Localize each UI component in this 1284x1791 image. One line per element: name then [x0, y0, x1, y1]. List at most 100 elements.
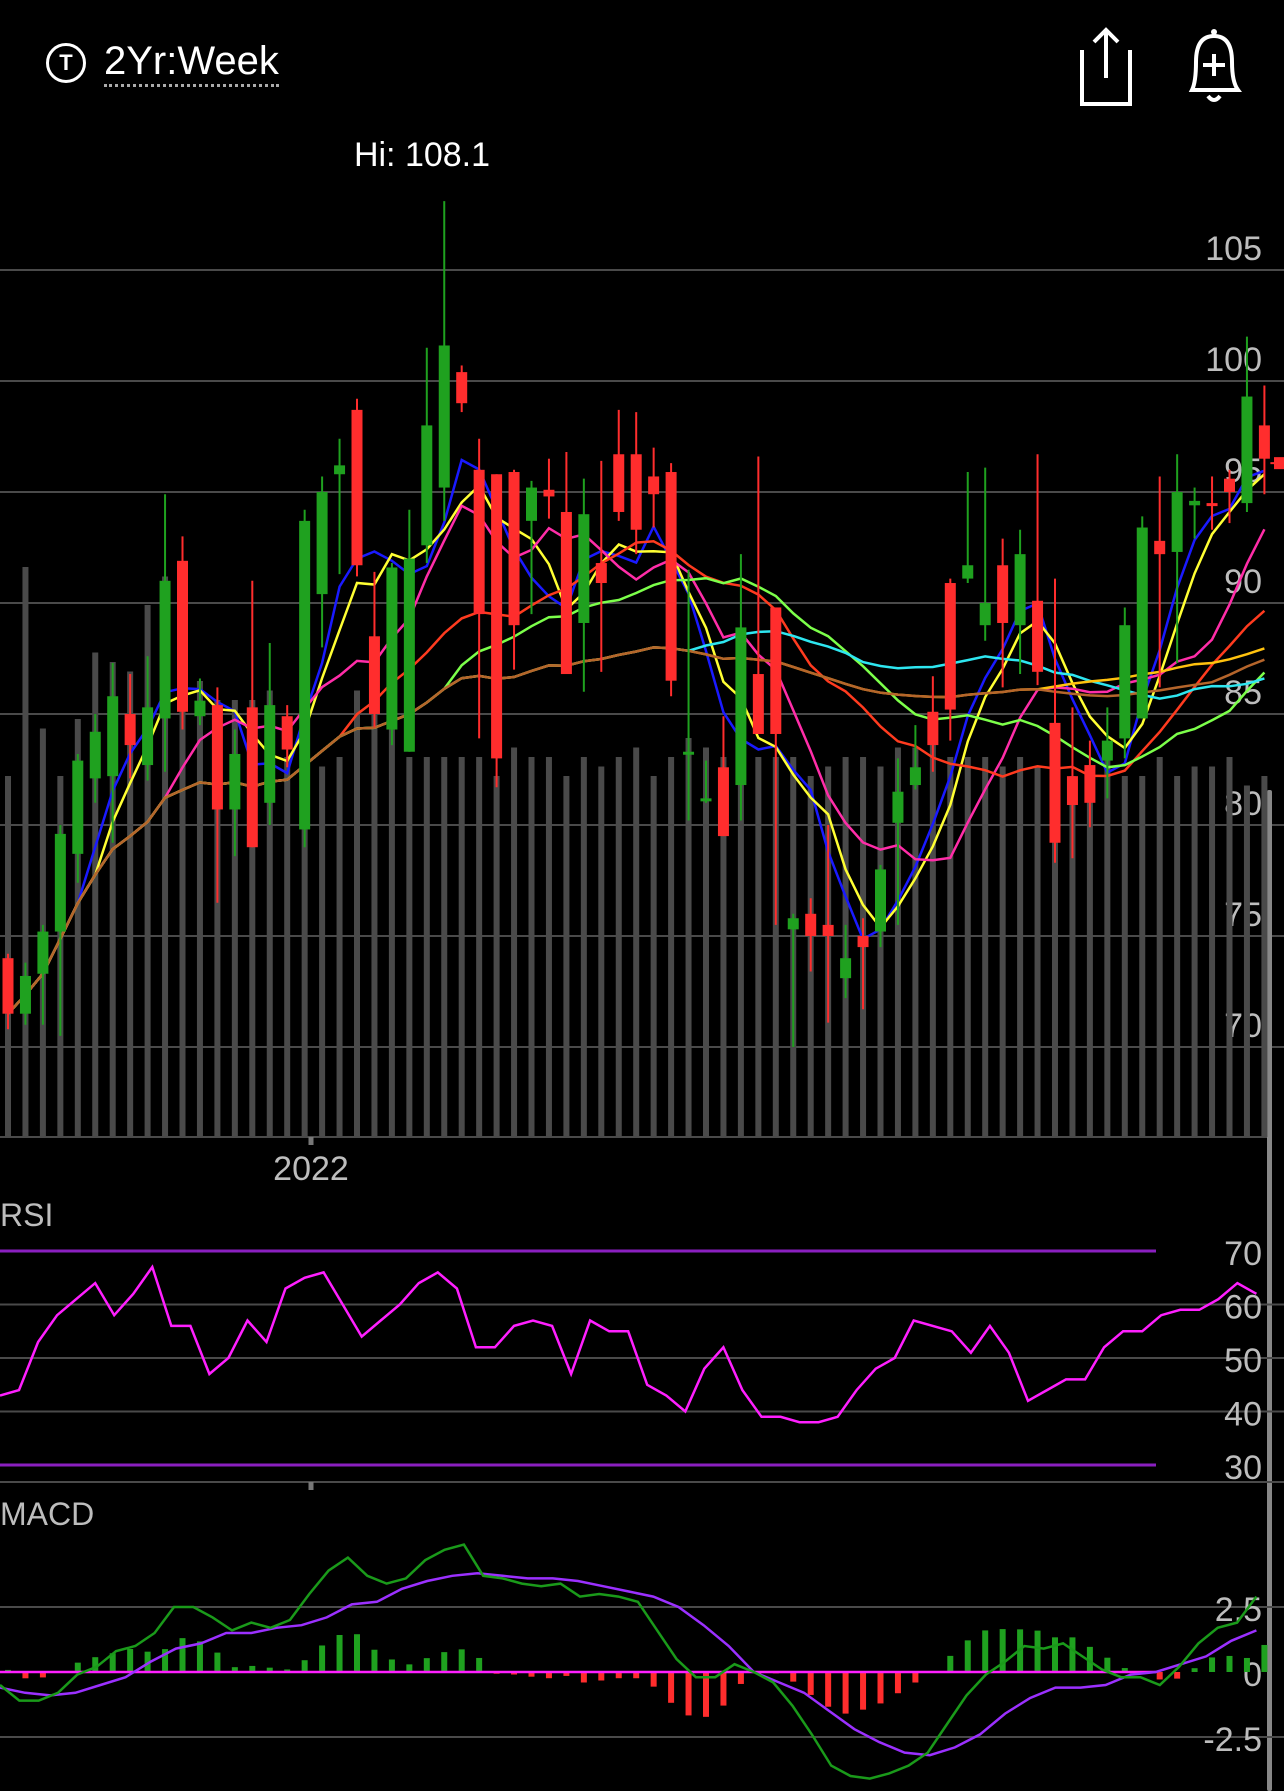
- last-price-marker: [1274, 457, 1284, 470]
- volume-bar: [196, 681, 203, 1137]
- volume-bar: [511, 747, 518, 1137]
- macd-histogram-bar: [92, 1657, 99, 1672]
- macd-histogram-bar: [1209, 1657, 1216, 1672]
- candle-body: [717, 767, 729, 837]
- stock-chart[interactable]: 105100959085807570Hi: 108.12022RSI706050…: [0, 0, 1284, 1791]
- volume-bar: [336, 757, 343, 1137]
- share-icon[interactable]: [1078, 26, 1134, 106]
- candle-body: [264, 705, 276, 803]
- candle-body: [1032, 600, 1044, 672]
- volume-bar: [598, 766, 605, 1137]
- macd-histogram-bar: [1226, 1655, 1233, 1672]
- high-price-label: Hi: 108.1: [354, 136, 490, 174]
- volume-bar: [964, 757, 971, 1137]
- macd-histogram-bar: [1191, 1668, 1198, 1672]
- macd-histogram-bar: [127, 1649, 134, 1672]
- macd-title: MACD: [0, 1496, 94, 1532]
- macd-histogram-bar: [825, 1672, 832, 1707]
- candle-body: [543, 489, 555, 497]
- candle-body: [1206, 503, 1218, 507]
- rsi-y-tick-label: 60: [1224, 1289, 1262, 1327]
- candle-body: [72, 760, 84, 854]
- candle-body: [368, 636, 380, 714]
- candle-body: [159, 580, 171, 719]
- macd-histogram-bar: [196, 1641, 203, 1672]
- volume-bar: [1104, 757, 1111, 1137]
- macd-histogram-bar: [685, 1672, 692, 1716]
- candle-body: [1119, 625, 1131, 739]
- macd-histogram-bar: [371, 1649, 378, 1672]
- candle-body: [89, 731, 101, 779]
- volume-bar: [668, 757, 675, 1137]
- volume-bar: [650, 776, 657, 1137]
- macd-y-tick-label: -2.5: [1203, 1721, 1262, 1759]
- macd-histogram-bar: [580, 1672, 587, 1683]
- macd-histogram-bar: [441, 1652, 448, 1672]
- macd-histogram-bar: [319, 1645, 326, 1672]
- candle-body: [892, 791, 904, 823]
- volume-bar: [1209, 766, 1216, 1137]
- candle-body: [770, 607, 782, 734]
- candle-body: [299, 520, 311, 830]
- candle-body: [1136, 527, 1148, 719]
- volume-bar: [615, 757, 622, 1137]
- candle-body: [1224, 478, 1235, 492]
- volume-bar: [22, 567, 29, 1137]
- volume-bar: [982, 757, 989, 1137]
- macd-histogram-bar: [423, 1658, 430, 1672]
- ticker-icon: T: [46, 42, 86, 83]
- volume-bar: [354, 690, 360, 1137]
- volume-bar: [1174, 776, 1181, 1137]
- macd-histogram-bar: [982, 1630, 989, 1672]
- rsi-title: RSI: [0, 1197, 53, 1233]
- volume-bar: [476, 757, 483, 1137]
- price-y-tick-label: 100: [1205, 341, 1262, 379]
- rsi-line: [0, 1264, 1258, 1424]
- macd-histogram-bar: [877, 1672, 884, 1704]
- candle-body: [700, 798, 712, 802]
- candle-body: [351, 409, 363, 566]
- candle-body: [1189, 500, 1201, 506]
- candle-body: [962, 565, 974, 579]
- volume-bar: [1086, 776, 1093, 1137]
- volume-bar: [388, 700, 395, 1137]
- macd-histogram-bar: [301, 1660, 308, 1672]
- macd-histogram-bar: [354, 1634, 360, 1672]
- candle-body: [1014, 554, 1026, 626]
- volume-bar: [1226, 757, 1233, 1137]
- macd-histogram-bar: [598, 1672, 605, 1681]
- volume-bar: [563, 776, 570, 1137]
- macd-histogram-bar: [790, 1672, 797, 1682]
- macd-histogram-bar: [214, 1652, 221, 1672]
- candle-body: [526, 487, 537, 521]
- candle-body: [456, 372, 468, 404]
- candle-body: [735, 627, 747, 786]
- volume-bar: [755, 757, 762, 1137]
- rsi-y-tick-label: 40: [1224, 1396, 1262, 1434]
- candle-body: [630, 454, 642, 530]
- candle-body: [211, 705, 223, 810]
- bell-plus-icon[interactable]: [1182, 26, 1246, 106]
- candle-body: [316, 492, 328, 595]
- candle-body: [334, 465, 346, 475]
- macd-histogram-bar: [1243, 1657, 1250, 1672]
- candle-body: [37, 931, 49, 974]
- macd-histogram-bar: [1156, 1672, 1163, 1680]
- volume-bar: [458, 757, 465, 1137]
- candle-body: [857, 936, 869, 948]
- candle-body: [805, 913, 817, 936]
- candle-body: [386, 567, 398, 730]
- chart-header: T 2Yr:Week: [46, 38, 279, 87]
- macd-histogram-bar: [860, 1672, 867, 1710]
- macd-histogram-bar: [668, 1672, 675, 1703]
- period-selector[interactable]: 2Yr:Week: [104, 38, 279, 87]
- volume-bar: [319, 766, 326, 1137]
- macd-line: [0, 1543, 1258, 1780]
- macd-histogram-bar: [737, 1672, 744, 1684]
- price-y-tick-label: 90: [1224, 563, 1262, 601]
- candle-body: [1154, 540, 1166, 555]
- candle-body: [1066, 776, 1078, 806]
- candle-body: [142, 707, 154, 766]
- macd-histogram-bar: [720, 1672, 727, 1706]
- volume-bar: [947, 757, 954, 1137]
